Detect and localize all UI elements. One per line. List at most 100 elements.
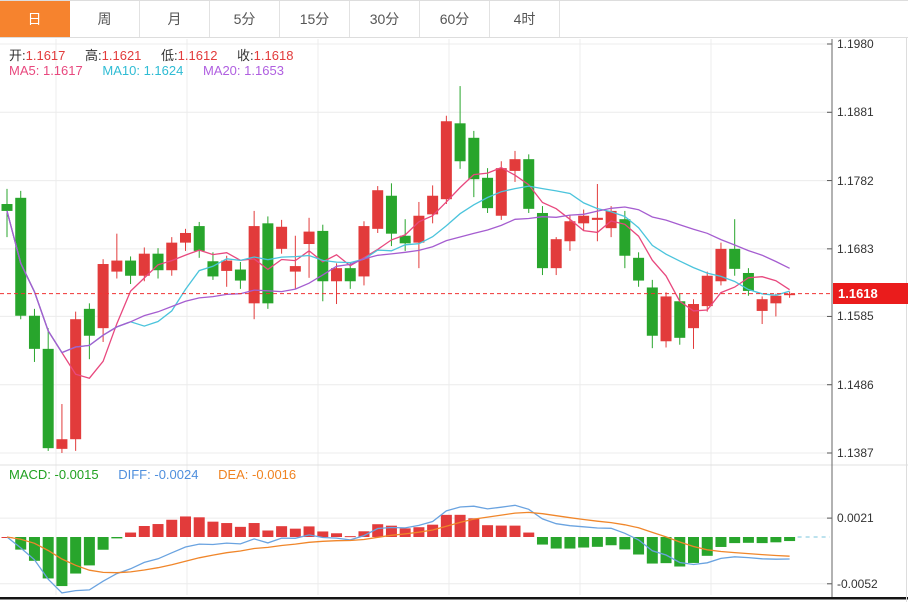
candle-body (15, 198, 26, 316)
diff-value: -0.0024 (154, 467, 198, 482)
candle-body (647, 287, 658, 335)
price-axis-label: 1.1486 (837, 378, 905, 392)
period-tab-1[interactable]: 周 (70, 1, 140, 37)
macd-bar (194, 517, 205, 537)
candle-body (633, 258, 644, 281)
period-tab-7[interactable]: 4时 (490, 1, 560, 37)
candle-body (125, 261, 136, 276)
macd-bar (262, 531, 273, 537)
ma5-label: MA5: (9, 63, 39, 78)
ma-line-ma10 (7, 186, 790, 353)
diff-label: DIFF: (118, 467, 151, 482)
period-toolbar: 日周月5分15分30分60分4时 (0, 1, 908, 38)
candle-body (194, 226, 205, 251)
period-tab-4[interactable]: 15分 (280, 1, 350, 37)
period-tab-3[interactable]: 5分 (210, 1, 280, 37)
candle-body (276, 227, 287, 249)
candle-body (455, 123, 466, 161)
macd-bar (111, 537, 122, 538)
macd-value: -0.0015 (55, 467, 99, 482)
low-value: 1.1612 (178, 48, 218, 63)
macd-bar (784, 537, 795, 541)
macd-bar (578, 537, 589, 548)
ma-info-row: MA5: 1.1617 MA10: 1.1624 MA20: 1.1653 (9, 63, 300, 78)
open-value: 1.1617 (26, 48, 66, 63)
macd-bar (235, 527, 246, 537)
macd-label: MACD: (9, 467, 51, 482)
candle-body (770, 296, 781, 304)
ma20-label: MA20: (203, 63, 241, 78)
candle-body (180, 233, 191, 243)
macd-bar (331, 533, 342, 537)
macd-bar (592, 537, 603, 547)
macd-bar (564, 537, 575, 549)
candle-body (564, 221, 575, 241)
macd-bar (455, 515, 466, 537)
macd-bar (249, 523, 260, 537)
macd-bar (688, 537, 699, 563)
candle-body (345, 268, 356, 281)
high-value: 1.1621 (102, 48, 142, 63)
macd-bar (153, 524, 164, 537)
candle-body (98, 264, 109, 328)
bottom-border (0, 597, 908, 600)
macd-bar (551, 537, 562, 549)
macd-bar (729, 537, 740, 543)
candle-body (221, 261, 232, 271)
ma-line-ma5 (7, 168, 790, 379)
candle-body (166, 243, 177, 271)
macd-bar (715, 537, 726, 547)
candle-body (757, 299, 768, 311)
macd-bar (606, 537, 617, 545)
macd-bar (702, 537, 713, 556)
candle-body (139, 254, 150, 276)
candle-body (743, 273, 754, 291)
candle-body (111, 261, 122, 272)
macd-bar (276, 526, 287, 537)
candle-body (661, 296, 672, 341)
candle-body (29, 316, 40, 349)
macd-axis-label: -0.0052 (837, 577, 905, 591)
price-chart-canvas[interactable] (0, 1, 908, 602)
macd-bar (510, 526, 521, 537)
price-axis-label: 1.1683 (837, 242, 905, 256)
candle-body (729, 249, 740, 269)
macd-bar (166, 520, 177, 537)
period-tab-5[interactable]: 30分 (350, 1, 420, 37)
candle-body (674, 301, 685, 338)
price-axis-label: 1.1585 (837, 309, 905, 323)
macd-bar (207, 522, 218, 537)
macd-info-row: MACD: -0.0015 DIFF: -0.0024 DEA: -0.0016 (9, 467, 312, 482)
macd-bar (661, 537, 672, 563)
macd-bar (43, 537, 54, 578)
dea-label: DEA: (218, 467, 248, 482)
candle-body (56, 439, 67, 449)
candle-body (317, 231, 328, 281)
candle-body (235, 270, 246, 281)
candle-body (537, 213, 548, 268)
candle-body (578, 216, 589, 224)
macd-bar (482, 525, 493, 537)
low-label: 低: (161, 48, 178, 63)
high-label: 高: (85, 48, 102, 63)
macd-bar (125, 533, 136, 537)
period-tab-2[interactable]: 月 (140, 1, 210, 37)
candle-body (43, 349, 54, 448)
ma10-value: 1.1624 (144, 63, 184, 78)
price-axis-label: 1.1782 (837, 174, 905, 188)
candle-body (702, 276, 713, 306)
candle-body (84, 309, 95, 336)
macd-bar (496, 526, 507, 537)
candle-body (551, 239, 562, 268)
macd-bar (537, 537, 548, 545)
period-tab-6[interactable]: 60分 (420, 1, 490, 37)
candle-body (386, 196, 397, 234)
macd-axis-label: 0.0021 (837, 511, 905, 525)
macd-bar (468, 518, 479, 537)
close-label: 收: (237, 48, 254, 63)
ohlc-info-row: 开:1.1617 高:1.1621 低:1.1612 收:1.1618 (9, 45, 309, 64)
macd-bar (98, 537, 109, 550)
last-price-badge: 1.1618 (833, 283, 908, 304)
period-tab-0[interactable]: 日 (0, 1, 70, 37)
candle-body (70, 319, 81, 439)
